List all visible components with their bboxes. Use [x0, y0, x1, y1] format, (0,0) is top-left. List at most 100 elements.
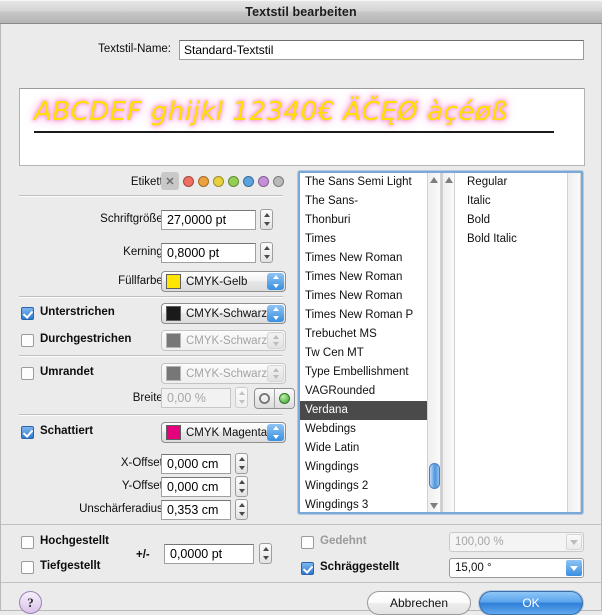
width-input[interactable]: 0,00 %: [161, 388, 231, 408]
stretched-value-combo[interactable]: 100,00 %: [449, 532, 584, 552]
etikett-none-button[interactable]: ✕: [161, 172, 179, 190]
x-offset-stepper[interactable]: [235, 453, 248, 474]
etikett-label: Etikett:: [130, 176, 166, 188]
width-label: Breite:: [132, 392, 166, 404]
width-stepper[interactable]: [235, 387, 248, 408]
underline-checkbox[interactable]: [21, 307, 34, 320]
etikett-swatch-orange[interactable]: [198, 175, 209, 187]
font-list-item-label: Times: [305, 233, 336, 245]
font-family-list[interactable]: The Sans Semi Light The Sans- Thonburi Time…: [300, 173, 441, 512]
font-list-item[interactable]: Times: [300, 230, 441, 249]
style-list-scrollbar[interactable]: [567, 173, 581, 512]
etikett-swatch-purple[interactable]: [258, 175, 269, 187]
scroll-up-arrow-icon[interactable]: [428, 173, 440, 186]
font-list-item[interactable]: Times New Roman: [300, 249, 441, 268]
underline-color-select[interactable]: CMYK-Schwarz: [161, 303, 286, 324]
chevron-updown-icon: [267, 365, 284, 382]
font-list-item[interactable]: Wingdings 3: [300, 496, 441, 512]
strikethrough-checkbox[interactable]: [21, 334, 34, 347]
outline-checkbox[interactable]: [21, 367, 34, 380]
strikethrough-color-select[interactable]: CMYK-Schwarz: [161, 330, 286, 351]
font-list-item[interactable]: Times New Roman: [300, 268, 441, 287]
font-list-scrollbar[interactable]: [427, 173, 441, 512]
underline-color-swatch: [166, 306, 181, 321]
offset-label: +/-: [136, 549, 150, 561]
fill-color-select[interactable]: CMYK-Gelb: [161, 271, 286, 292]
shadow-color-select[interactable]: CMYK Magenta: [161, 422, 286, 443]
chevron-down-icon[interactable]: [566, 534, 582, 550]
font-browser: The Sans Semi Light The Sans- Thonburi Time…: [298, 171, 583, 514]
underline-color-value: CMYK-Schwarz: [186, 307, 268, 320]
style-list-left-scrollbar[interactable]: [442, 173, 455, 512]
cancel-button[interactable]: Abbrechen: [367, 591, 471, 615]
y-offset-input[interactable]: 0,000 cm: [161, 477, 231, 497]
style-list-item[interactable]: Regular: [460, 173, 581, 192]
etikett-swatch-blue[interactable]: [243, 175, 254, 187]
font-list-item[interactable]: Times New Roman: [300, 287, 441, 306]
skewed-value-combo[interactable]: 15,00 °: [449, 558, 584, 578]
fill-color-label: Füllfarbe:: [118, 275, 166, 287]
font-list-item-label: Thonburi: [305, 214, 351, 226]
style-list-item[interactable]: Bold Italic: [460, 230, 581, 249]
font-list-scroll-thumb[interactable]: [429, 463, 440, 489]
stepper-up-icon: [263, 212, 270, 217]
style-name-input[interactable]: Standard-Textstil: [179, 40, 584, 60]
font-size-label: Schriftgröße:: [100, 213, 166, 225]
scroll-down-arrow-icon[interactable]: [428, 499, 440, 512]
superscript-checkbox[interactable]: [21, 536, 34, 549]
font-list-item[interactable]: Wide Latin: [300, 439, 441, 458]
font-size-stepper[interactable]: [260, 209, 273, 230]
outline-mode-fill-button[interactable]: [274, 389, 294, 408]
chevron-down-icon[interactable]: [566, 560, 582, 576]
font-list-item[interactable]: Thonburi: [300, 211, 441, 230]
ok-button[interactable]: OK: [479, 591, 583, 615]
blur-radius-stepper[interactable]: [235, 499, 248, 520]
font-list-item[interactable]: Type Embellishment: [300, 363, 441, 382]
font-size-input[interactable]: 27,0000 pt: [161, 210, 256, 230]
title-bar[interactable]: Textstil bearbeiten: [0, 0, 602, 24]
style-list-item[interactable]: Bold: [460, 211, 581, 230]
stretched-value: 100,00 %: [455, 536, 504, 548]
font-list-item[interactable]: The Sans-: [300, 192, 441, 211]
x-offset-input[interactable]: 0,000 cm: [161, 454, 231, 474]
font-list-item[interactable]: Webdings: [300, 420, 441, 439]
strikethrough-color-swatch: [166, 333, 181, 348]
stepper-up-icon: [238, 456, 245, 461]
etikett-swatch-gray[interactable]: [273, 175, 284, 187]
font-list-item[interactable]: Trebuchet MS: [300, 325, 441, 344]
outline-mode-ring-button[interactable]: [255, 389, 274, 408]
blur-radius-input[interactable]: 0,353 cm: [161, 500, 231, 520]
scroll-up-arrow-icon[interactable]: [443, 173, 454, 186]
style-list-item[interactable]: Italic: [460, 192, 581, 211]
font-list-item[interactable]: VAGRounded: [300, 382, 441, 401]
underline-label: Unterstrichen: [40, 306, 115, 318]
etikett-swatch-red[interactable]: [183, 175, 194, 187]
font-style-list[interactable]: Regular Italic Bold Bold Italic: [441, 173, 581, 512]
outline-color-select[interactable]: CMYK-Schwarz: [161, 363, 286, 384]
font-list-item[interactable]: Tw Cen MT: [300, 344, 441, 363]
font-list-item[interactable]: Wingdings 2: [300, 477, 441, 496]
outline-mode-segments[interactable]: [254, 388, 295, 409]
offset-stepper[interactable]: [259, 543, 272, 564]
font-list-item-label: Times New Roman: [305, 290, 403, 302]
font-list-item[interactable]: Wingdings: [300, 458, 441, 477]
etikett-swatch-yellow[interactable]: [213, 175, 224, 187]
kerning-stepper[interactable]: [260, 242, 273, 263]
skewed-checkbox[interactable]: [301, 562, 314, 575]
offset-input[interactable]: 0,0000 pt: [164, 544, 254, 564]
font-list-item[interactable]: The Sans Semi Light: [300, 173, 441, 192]
stretched-checkbox[interactable]: [301, 536, 314, 549]
font-list-item[interactable]: Times New Roman P: [300, 306, 441, 325]
font-list-item[interactable]: Verdana: [300, 401, 441, 420]
outline-label: Umrandet: [40, 366, 94, 378]
subscript-label: Tiefgestellt: [40, 560, 101, 572]
font-list-item-label: Tw Cen MT: [305, 347, 364, 359]
shadow-checkbox[interactable]: [21, 426, 34, 439]
ring-icon: [259, 393, 270, 404]
etikett-swatch-green[interactable]: [228, 175, 239, 187]
style-name-label: Textstil-Name:: [98, 43, 171, 55]
y-offset-stepper[interactable]: [235, 476, 248, 497]
kerning-input[interactable]: 0,8000 pt: [161, 243, 256, 263]
preview-box: ABCDEF ghijkl 12340€ ÄČĘØ àçéøß: [19, 88, 585, 166]
subscript-checkbox[interactable]: [21, 561, 34, 574]
